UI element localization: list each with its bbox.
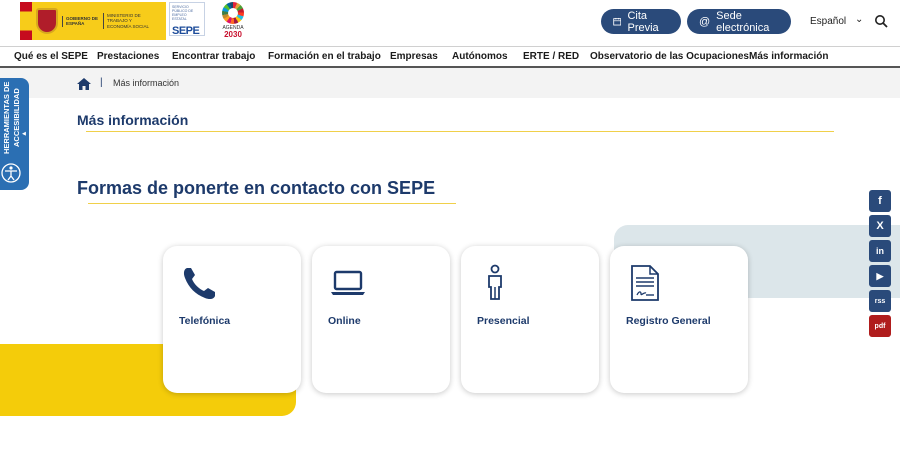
language-selector[interactable]: Español <box>810 16 846 27</box>
sepe-logo[interactable]: SERVICIO PÚBLICO DE EMPLEO ESTATAL SEPE <box>169 2 205 37</box>
nav-item-que-es-el-sepe[interactable]: Qué es el SEPE <box>14 51 88 62</box>
contact-card-presencial[interactable]: Presencial <box>461 246 599 393</box>
agenda-year: 2030 <box>224 30 242 39</box>
document-icon <box>631 265 659 301</box>
laptop-icon <box>331 270 365 295</box>
coat-of-arms-icon <box>36 8 58 34</box>
at-icon: @ <box>699 15 711 28</box>
nav-item-erte-red[interactable]: ERTE / RED <box>523 51 579 62</box>
contact-card-online[interactable]: Online <box>312 246 450 393</box>
section-title-underline <box>86 131 834 132</box>
calendar-icon <box>613 17 622 26</box>
phone-icon <box>183 268 215 300</box>
youtube-icon[interactable]: ▶ <box>869 265 891 287</box>
nav-item-observatorio[interactable]: Observatorio de las Ocupaciones <box>590 51 749 62</box>
nav-item-empresas[interactable]: Empresas <box>390 51 438 62</box>
person-icon <box>488 264 502 300</box>
home-icon[interactable] <box>77 78 91 90</box>
card-label: Online <box>328 315 361 327</box>
nav-item-autonomos[interactable]: Autónomos <box>452 51 508 62</box>
rss-icon[interactable]: rss <box>869 290 891 312</box>
nav-item-encontrar-trabajo[interactable]: Encontrar trabajo <box>172 51 255 62</box>
agenda-2030-logo[interactable]: AGENDA 2030 <box>218 2 248 42</box>
sdg-wheel-icon <box>222 2 244 24</box>
cita-previa-label: Cita Previa <box>627 9 659 34</box>
sede-electronica-button[interactable]: @ Sede electrónica <box>687 9 791 34</box>
breadcrumb-separator: | <box>100 77 103 88</box>
x-twitter-icon[interactable]: X <box>869 215 891 237</box>
sepe-logo-subtitle: SERVICIO PÚBLICO DE EMPLEO ESTATAL <box>172 5 194 21</box>
pdf-icon[interactable]: pdf <box>869 315 891 337</box>
government-text: GOBIERNO DE ESPAÑA <box>62 15 100 27</box>
facebook-icon[interactable]: f <box>869 190 891 212</box>
flag-strip <box>20 2 32 40</box>
section-title: Más información <box>77 112 189 128</box>
sede-electronica-label: Sede electrónica <box>716 9 770 34</box>
nav-item-prestaciones[interactable]: Prestaciones <box>97 51 159 62</box>
card-label: Registro General <box>626 315 711 327</box>
page-heading: Formas de ponerte en contacto con SEPE <box>77 178 436 198</box>
chevron-down-icon[interactable]: ⌄ <box>855 14 863 25</box>
government-logo[interactable]: GOBIERNO DE ESPAÑA MINISTERIO DE TRABAJO… <box>20 2 166 40</box>
page: GOBIERNO DE ESPAÑA MINISTERIO DE TRABAJO… <box>0 0 900 449</box>
contact-card-registro-general[interactable]: Registro General <box>610 246 748 393</box>
card-label: Presencial <box>477 315 530 327</box>
nav-item-mas-informacion[interactable]: Más información <box>749 51 828 62</box>
breadcrumb: | Más información <box>0 68 900 98</box>
linkedin-icon[interactable]: in <box>869 240 891 262</box>
accessibility-label: HERRAMIENTAS DE ACCESIBILIDAD <box>2 81 21 155</box>
ministry-text: MINISTERIO DE TRABAJO Y ECONOMÍA SOCIAL <box>103 12 155 30</box>
search-icon[interactable] <box>874 14 888 28</box>
sepe-logo-word: SEPE <box>172 25 200 37</box>
main-nav: Qué es el SEPE Prestaciones Encontrar tr… <box>0 46 900 68</box>
breadcrumb-current: Más información <box>113 78 180 88</box>
accessibility-icon[interactable] <box>0 162 22 184</box>
nav-item-formacion[interactable]: Formación en el trabajo <box>268 51 381 62</box>
page-heading-underline <box>88 203 456 204</box>
contact-card-telefonica[interactable]: Telefónica <box>163 246 301 393</box>
cita-previa-button[interactable]: Cita Previa <box>601 9 681 34</box>
arrow-left-icon: ◀ <box>22 131 26 137</box>
top-bar: GOBIERNO DE ESPAÑA MINISTERIO DE TRABAJO… <box>0 0 900 46</box>
card-label: Telefónica <box>179 315 231 327</box>
